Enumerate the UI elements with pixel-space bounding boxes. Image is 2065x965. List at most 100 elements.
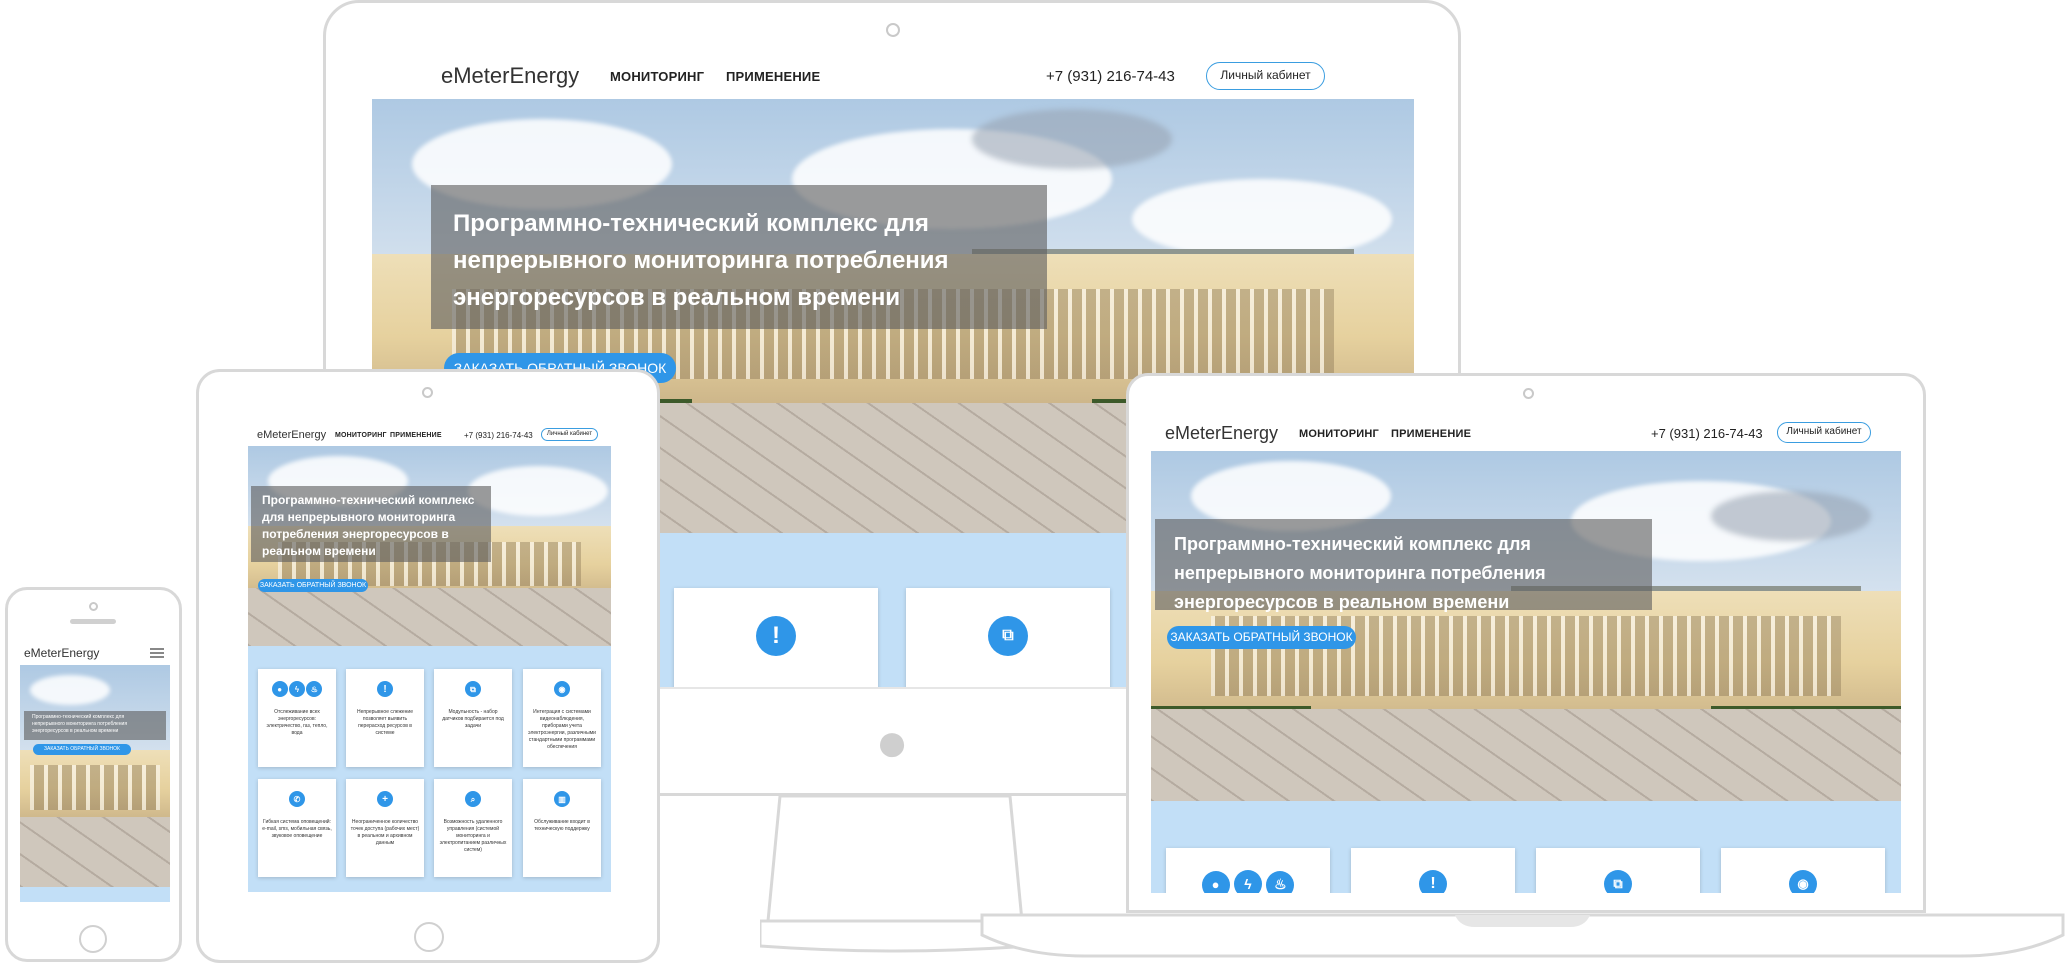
hero-title-line: Программно-технический комплекс bbox=[262, 493, 475, 507]
nav-application[interactable]: ПРИМЕНЕНИЕ bbox=[1391, 428, 1471, 440]
imac-navbar: eMeterEnergy МОНИТОРИНГ ПРИМЕНЕНИЕ +7 (9… bbox=[372, 53, 1414, 99]
feature-card: ! Непрерывное слежение позволяет выявить… bbox=[346, 669, 424, 767]
callback-button[interactable]: ЗАКАЗАТЬ ОБРАТНЫЙ ЗВОНОК bbox=[1167, 626, 1356, 649]
ipad-frame: eMeterEnergy МОНИТОРИНГ ПРИМЕНЕНИЕ +7 (9… bbox=[196, 369, 660, 963]
hero-title-line: Программно-технический комплекс для bbox=[1174, 534, 1531, 554]
iphone-navbar: eMeterEnergy bbox=[20, 640, 170, 665]
integration-icon: ◉ bbox=[554, 681, 570, 697]
hero-title-line: энергоресурсов в реальном времени bbox=[32, 728, 119, 734]
hero-caption: Программно-технический комплекс для непр… bbox=[1155, 519, 1652, 612]
feature-card: ⧉ bbox=[1536, 848, 1700, 893]
laptop-screen: eMeterEnergy МОНИТОРИНГ ПРИМЕНЕНИЕ +7 (9… bbox=[1151, 416, 1901, 893]
hero-title-line: Программно-технический комплекс для bbox=[453, 210, 929, 237]
nav-monitoring[interactable]: МОНИТОРИНГ bbox=[1299, 428, 1379, 440]
hero-caption: Программно-технический комплекс для непр… bbox=[251, 486, 491, 562]
iphone-screen: eMeterEnergy Программно-технический комп… bbox=[20, 640, 170, 902]
bolt-icon: ϟ bbox=[1234, 870, 1262, 893]
callback-button[interactable]: ЗАКАЗАТЬ ОБРАТНЫЙ ЗВОНОК bbox=[33, 744, 131, 755]
site-logo[interactable]: eMeterEnergy bbox=[24, 646, 99, 660]
feature-text: Непрерывное слежение позволяет выявить п… bbox=[356, 709, 413, 736]
feature-text: Интеграция с системами видеонаблюдения, … bbox=[528, 709, 596, 750]
feature-text: Неограниченное количество точек доступа … bbox=[350, 819, 420, 846]
laptop-navbar: eMeterEnergy МОНИТОРИНГ ПРИМЕНЕНИЕ +7 (9… bbox=[1151, 416, 1901, 451]
cabinet-button[interactable]: Личный кабинет bbox=[1206, 62, 1325, 90]
feature-text: Отслеживание всех энергоресурсов: электр… bbox=[266, 709, 328, 736]
site-logo[interactable]: eMeterEnergy bbox=[257, 429, 326, 441]
phone-number[interactable]: +7 (931) 216-74-43 bbox=[1651, 426, 1763, 441]
hero-section: Программно-технический комплекс для непр… bbox=[20, 665, 170, 887]
feature-text: Обслуживание входит в техническую поддер… bbox=[534, 819, 590, 832]
device-mockup-stage: eMeterEnergy МОНИТОРИНГ ПРИМЕНЕНИЕ +7 (9… bbox=[0, 0, 2065, 965]
feature-card: ✆ Гибкая система оповещений: e-mail, sms… bbox=[258, 779, 336, 877]
integration-icon: ◉ bbox=[1789, 870, 1817, 893]
nav-application[interactable]: ПРИМЕНЕНИЕ bbox=[390, 432, 442, 439]
nav-monitoring[interactable]: МОНИТОРИНГ bbox=[610, 69, 704, 84]
flame-icon: ♨ bbox=[306, 681, 323, 697]
callback-button[interactable]: ЗАКАЗАТЬ ОБРАТНЫЙ ЗВОНОК bbox=[258, 579, 368, 592]
imac-camera bbox=[886, 23, 900, 37]
nav-application[interactable]: ПРИМЕНЕНИЕ bbox=[726, 69, 820, 84]
hero-title-line: непрерывного мониторинга потребления bbox=[453, 247, 949, 274]
iphone-frame: eMeterEnergy Программно-технический комп… bbox=[5, 587, 182, 962]
bolt-icon: ϟ bbox=[289, 681, 305, 697]
module-icon: ⧉ bbox=[988, 616, 1028, 656]
site-logo[interactable]: eMeterEnergy bbox=[1165, 423, 1278, 444]
search-icon: ⌕ bbox=[465, 791, 481, 807]
features-section: ● ϟ ♨ Отслеживание всех энергоресурсов: … bbox=[248, 646, 611, 892]
hero-title-line: Программно-технический комплекс для bbox=[32, 714, 125, 720]
feature-card: ● ϟ ♨ Отслеживание всех энергоресурсов: … bbox=[258, 669, 336, 767]
hero-title-line: непрерывного мониторинга потребления bbox=[1174, 563, 1546, 583]
features-section bbox=[20, 887, 170, 902]
feature-text: Гибкая система оповещений: e-mail, sms, … bbox=[262, 819, 332, 839]
ipad-screen: eMeterEnergy МОНИТОРИНГ ПРИМЕНЕНИЕ +7 (9… bbox=[248, 424, 611, 892]
feature-text: Возможность удаленного управления (систе… bbox=[439, 819, 507, 853]
hero-title-line: непрерывного мониторинга потребления bbox=[32, 721, 128, 727]
hero-title-line: реальном времени bbox=[262, 544, 376, 558]
cabinet-button[interactable]: Личный кабинет bbox=[541, 428, 598, 441]
ipad-camera bbox=[422, 387, 433, 398]
feature-text: Модульность - набор датчиков подбирается… bbox=[442, 709, 504, 729]
feature-card: ⧉ Модульность - набор датчиков подбирает… bbox=[434, 669, 512, 767]
phone-icon: ✆ bbox=[289, 791, 305, 807]
features-section: ● ϟ ♨ ! ⧉ ◉ bbox=[1151, 801, 1901, 893]
iphone-speaker bbox=[70, 619, 116, 624]
drop-icon: ● bbox=[1201, 870, 1230, 893]
flame-icon: ♨ bbox=[1266, 870, 1295, 893]
phone-number[interactable]: +7 (931) 216-74-43 bbox=[1046, 68, 1175, 85]
feature-card: ● ϟ ♨ bbox=[1166, 848, 1330, 893]
hero-section: Программно-технический комплекс для непр… bbox=[248, 446, 611, 646]
feature-card: ◉ Интеграция с системами видеонаблюдения… bbox=[523, 669, 601, 767]
cabinet-button[interactable]: Личный кабинет bbox=[1777, 422, 1871, 443]
hero-caption: Программно-технический комплекс для непр… bbox=[431, 185, 1047, 329]
hero-caption: Программно-технический комплекс для непр… bbox=[24, 711, 166, 740]
laptop-camera bbox=[1523, 388, 1534, 399]
module-icon: ⧉ bbox=[465, 681, 481, 697]
plus-icon: + bbox=[377, 791, 393, 807]
alert-icon: ! bbox=[1419, 870, 1447, 893]
apple-logo-icon: ● bbox=[875, 710, 909, 773]
phone-number[interactable]: +7 (931) 216-74-43 bbox=[464, 431, 533, 440]
iphone-home-button[interactable] bbox=[79, 925, 107, 953]
feature-card: ◉ bbox=[1721, 848, 1885, 893]
module-icon: ⧉ bbox=[1604, 870, 1632, 893]
chart-icon: ▥ bbox=[554, 791, 570, 807]
feature-card: + Неограниченное количество точек доступ… bbox=[346, 779, 424, 877]
hero-title-line: энергоресурсов в реальном времени bbox=[453, 284, 901, 311]
drop-icon: ● bbox=[271, 681, 288, 697]
iphone-camera bbox=[89, 602, 98, 611]
hero-title-line: энергоресурсов в реальном времени bbox=[1174, 592, 1510, 612]
site-logo[interactable]: eMeterEnergy bbox=[441, 63, 579, 89]
ipad-navbar: eMeterEnergy МОНИТОРИНГ ПРИМЕНЕНИЕ +7 (9… bbox=[248, 424, 611, 446]
menu-icon[interactable] bbox=[150, 648, 164, 658]
ipad-home-button[interactable] bbox=[414, 922, 444, 952]
alert-icon: ! bbox=[377, 681, 393, 697]
hero-title-line: потребления энергоресурсов в bbox=[262, 527, 449, 541]
feature-card: ⌕ Возможность удаленного управления (сис… bbox=[434, 779, 512, 877]
feature-card: ⧉ bbox=[906, 588, 1110, 693]
nav-monitoring[interactable]: МОНИТОРИНГ bbox=[335, 432, 387, 439]
hero-section: Программно-технический комплекс для непр… bbox=[1151, 451, 1901, 801]
alert-icon: ! bbox=[756, 616, 796, 656]
feature-card: ! bbox=[674, 588, 878, 693]
laptop-base bbox=[980, 913, 2065, 958]
feature-card: ▥ Обслуживание входит в техническую подд… bbox=[523, 779, 601, 877]
